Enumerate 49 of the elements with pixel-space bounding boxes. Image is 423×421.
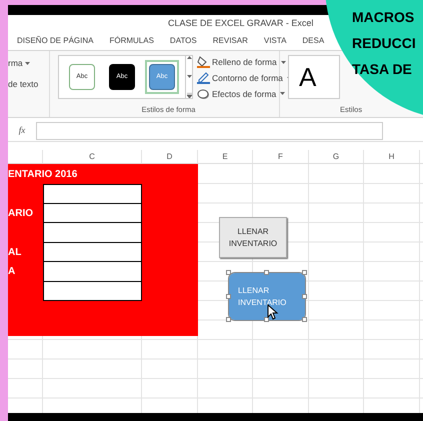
row-label: A: [8, 265, 16, 280]
input-cell[interactable]: [43, 204, 142, 223]
ribbon-tab[interactable]: FÓRMULAS: [108, 35, 155, 47]
sheet-title: ENTARIO 2016: [8, 168, 78, 182]
shape-button[interactable]: LLENAR INVENTARIO: [219, 217, 287, 258]
ribbon-command[interactable]: Relleno de forma: [197, 56, 292, 69]
scroll-up-icon[interactable]: [186, 56, 192, 59]
resize-handle[interactable]: [264, 317, 269, 322]
function-label[interactable]: fx: [8, 124, 36, 138]
wordart-style[interactable]: A: [299, 64, 316, 90]
ribbon-tab[interactable]: DISEÑO DE PÁGINA: [16, 35, 94, 47]
shape-effects-icon: [197, 88, 210, 100]
ribbon-command[interactable]: rma: [8, 57, 49, 70]
column-header[interactable]: G: [309, 150, 364, 163]
formula-input[interactable]: [36, 122, 383, 140]
input-cell[interactable]: [43, 184, 142, 204]
caret-icon: [280, 92, 286, 96]
row-label: AL: [8, 246, 22, 260]
badge-text: MACROS: [352, 9, 416, 26]
input-cell[interactable]: [43, 223, 142, 242]
scroll-down-icon[interactable]: [186, 74, 192, 78]
resize-handle[interactable]: [302, 270, 307, 275]
ribbon-tab[interactable]: REVISAR: [212, 35, 249, 47]
pencil-icon: [197, 72, 210, 84]
resize-handle[interactable]: [302, 294, 307, 298]
input-cell[interactable]: [43, 242, 142, 262]
resize-handle[interactable]: [264, 270, 269, 275]
column-header[interactable]: E: [198, 150, 253, 163]
move-cursor-icon: [267, 304, 279, 320]
window-title: CLASE DE EXCEL GRAVAR - Excel: [168, 16, 314, 30]
column-header[interactable]: C: [43, 150, 142, 163]
resize-handle[interactable]: [226, 317, 231, 322]
row-label: ARIO: [8, 206, 33, 221]
caret-icon: [280, 60, 286, 64]
more-icon[interactable]: [186, 93, 192, 98]
column-header[interactable]: H: [364, 150, 420, 163]
ribbon-tab[interactable]: DESA: [301, 35, 326, 47]
ribbon-command[interactable]: de texto: [8, 78, 49, 90]
ribbon-tab[interactable]: VISTA: [262, 35, 288, 47]
badge-text: REDUCCI: [352, 35, 416, 52]
resize-handle[interactable]: [226, 294, 231, 298]
column-header[interactable]: F: [253, 150, 309, 163]
column-header[interactable]: D: [142, 150, 198, 163]
input-cell[interactable]: [43, 262, 142, 282]
input-cell[interactable]: [43, 282, 142, 301]
resize-handle[interactable]: [302, 317, 307, 322]
resize-handle[interactable]: [226, 270, 231, 275]
ribbon-tab[interactable]: DATOS: [168, 35, 198, 47]
paint-bucket-icon: [197, 56, 210, 68]
